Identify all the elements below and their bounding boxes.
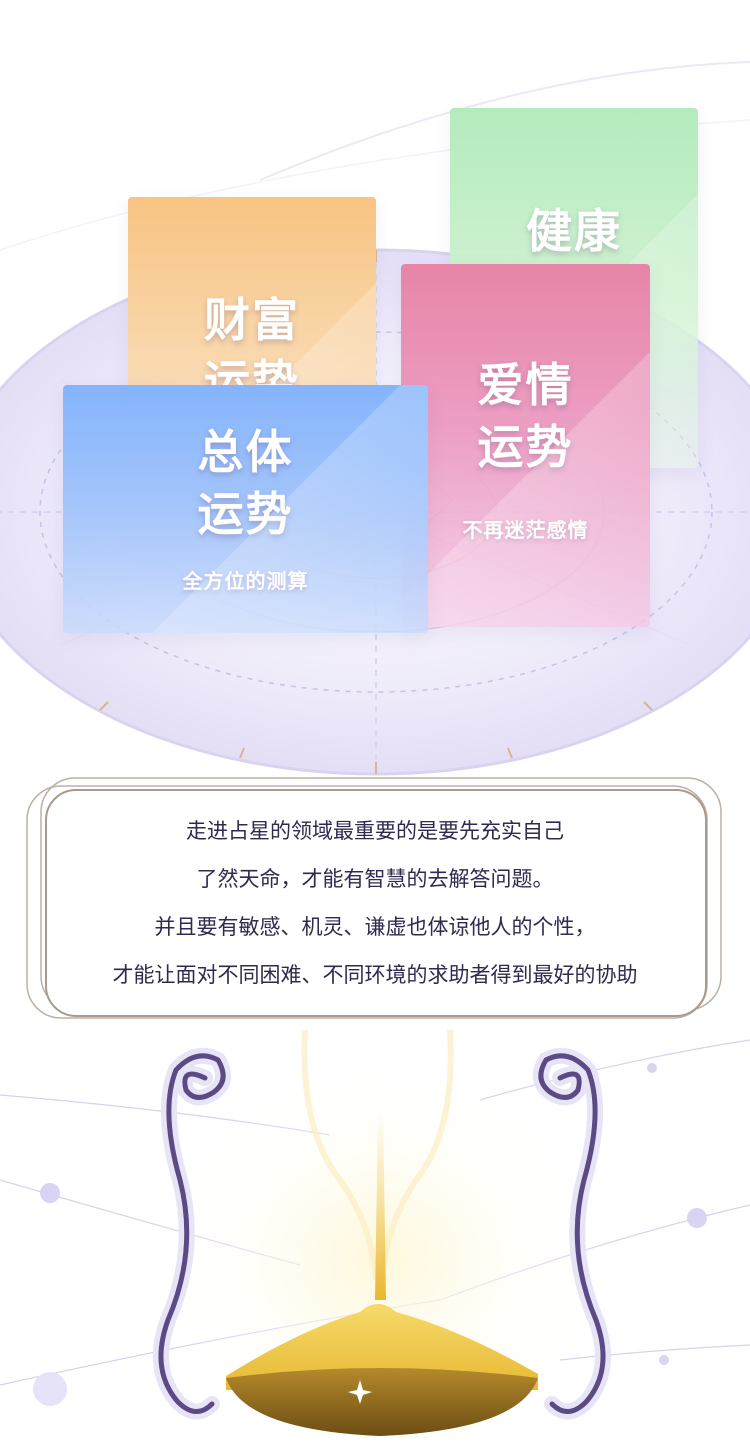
card-overall-fortune[interactable]: 总体 运势 全方位的测算 <box>63 385 428 633</box>
card-love-fortune[interactable]: 爱情 运势 不再迷茫感情 <box>401 264 650 627</box>
intro-text-block: 走进占星的领域最重要的是要先充实自己 了然天命，才能有智慧的去解答问题。 并且要… <box>46 789 704 1017</box>
card-love-title-line2: 运势 <box>477 420 574 474</box>
intro-line-4: 才能让面对不同困难、不同环境的求助者得到最好的协助 <box>112 963 638 987</box>
card-love-title-line1: 爱情 <box>477 358 574 412</box>
card-overall-title-line2: 运势 <box>197 487 294 541</box>
card-love-title: 爱情 运势 <box>401 354 650 478</box>
card-overall-subtitle: 全方位的测算 <box>182 569 309 593</box>
intro-line-1: 走进占星的领域最重要的是要先充实自己 <box>186 819 564 843</box>
intro-line-3: 并且要有敏感、机灵、谦虚也体谅他人的个性， <box>154 915 596 939</box>
card-wealth-title-line1: 财富 <box>204 293 300 347</box>
intro-line-2: 了然天命，才能有智慧的去解答问题。 <box>196 867 554 891</box>
page-canvas: 财富 运势 健康 运势 爱情 运势 不再迷茫感情 总体 运势 全方位的测算 走进… <box>0 0 750 1450</box>
card-health-title-line1: 健康 <box>526 204 622 258</box>
card-overall-title-line1: 总体 <box>197 425 294 479</box>
card-overall-title: 总体 运势 <box>63 421 428 545</box>
hourglass-illustration <box>150 1029 612 1450</box>
card-love-subtitle: 不再迷茫感情 <box>462 518 589 542</box>
